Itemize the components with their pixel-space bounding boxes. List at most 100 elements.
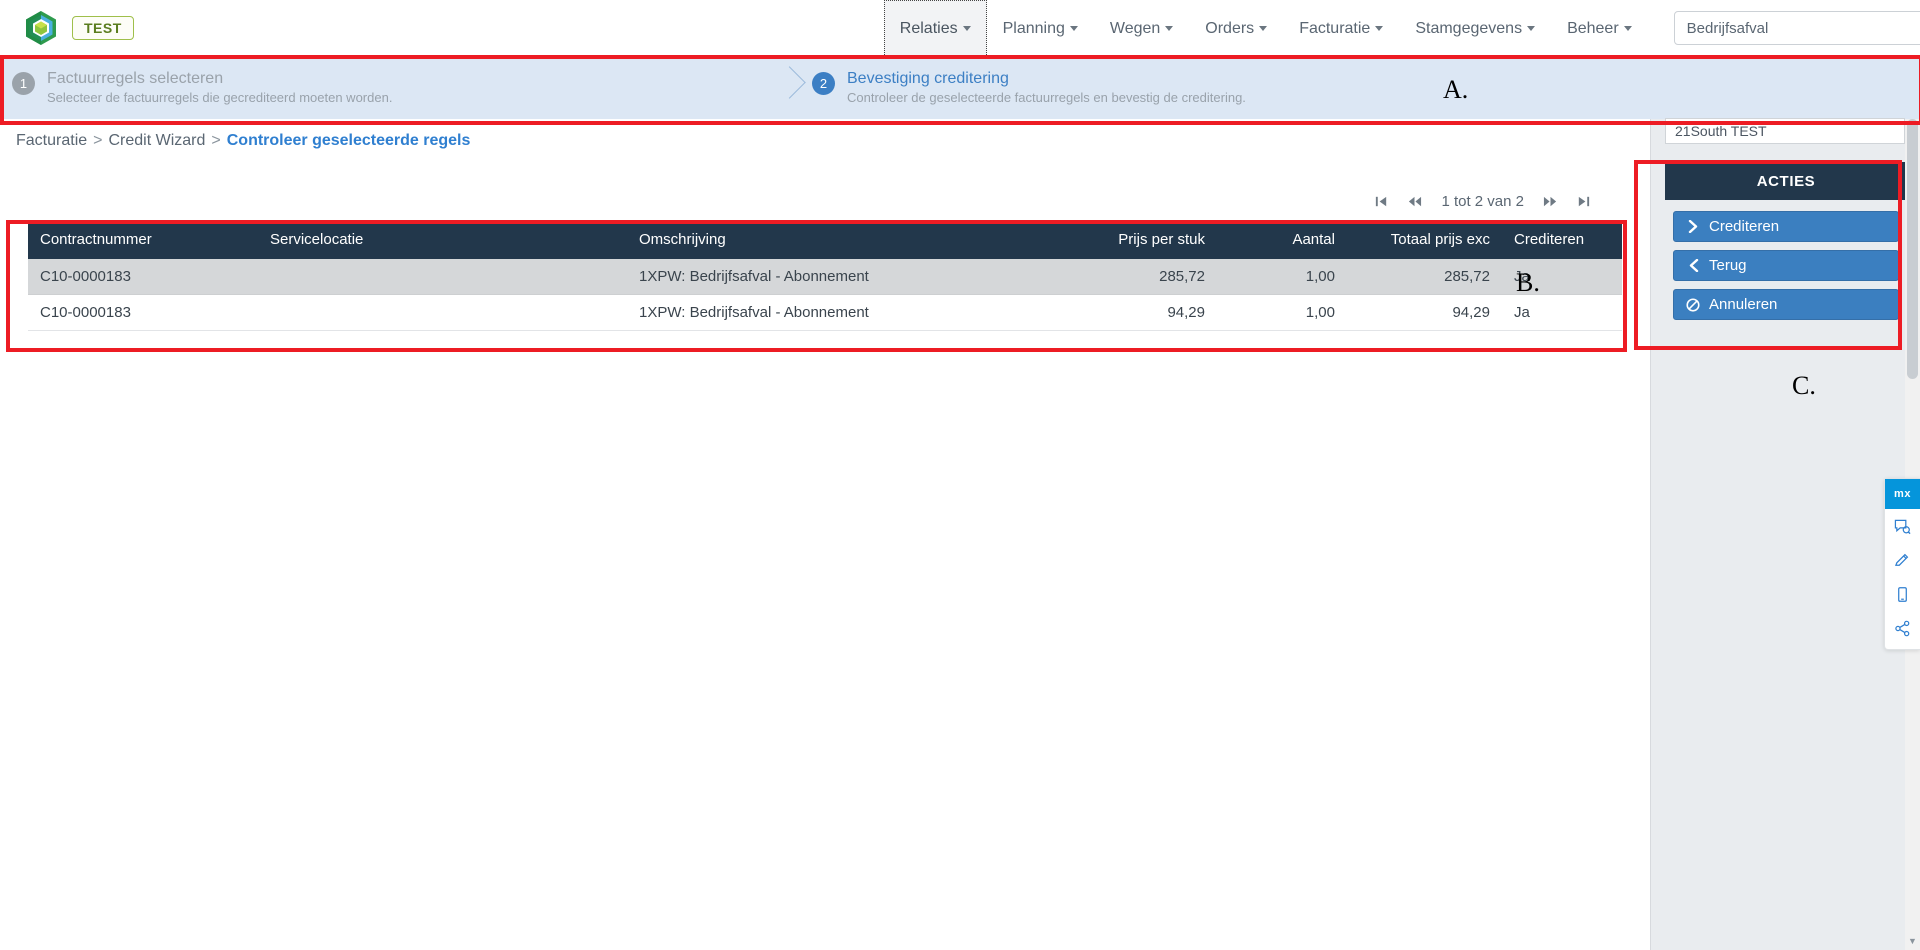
table-row[interactable]: C10-0000183 1XPW: Bedrijfsafval - Abonne… <box>28 259 1622 295</box>
cell-aantal: 1,00 <box>1217 259 1347 295</box>
terug-button[interactable]: Terug <box>1673 250 1899 281</box>
mendix-feedback-toolbar: mx <box>1884 478 1920 650</box>
actions-panel: ACTIES Crediteren Terug Annuleren <box>1665 162 1907 332</box>
share-nodes-icon[interactable] <box>1885 611 1920 645</box>
chevron-down-icon <box>1375 25 1384 31</box>
company-select-value: Bedrijfsafval <box>1686 19 1769 37</box>
chevron-right-icon <box>1686 220 1700 234</box>
cell-prijs-per-stuk: 285,72 <box>1057 259 1217 295</box>
crediteren-button[interactable]: Crediteren <box>1673 211 1899 242</box>
breadcrumb-current-page: Controleer geselecteerde regels <box>226 132 471 149</box>
cell-servicelocatie <box>258 259 627 295</box>
scrollbar-thumb[interactable] <box>1907 119 1918 379</box>
nav-item-relaties[interactable]: Relaties <box>883 0 987 57</box>
right-sidebar: 21South TEST ACTIES Crediteren Terug Ann… <box>1650 118 1920 950</box>
wizard-step-1[interactable]: 1 Factuurregels selecteren Selecteer de … <box>12 69 772 107</box>
cell-contractnummer: C10-0000183 <box>28 259 258 295</box>
breadcrumb-separator: > <box>211 132 221 149</box>
button-label: Terug <box>1709 257 1747 274</box>
step-separator-arrow-icon <box>772 57 812 119</box>
nav-label: Stamgegevens <box>1415 19 1523 37</box>
breadcrumb: Facturatie > Credit Wizard > Controleer … <box>0 124 1650 158</box>
cell-prijs-per-stuk: 94,29 <box>1057 294 1217 331</box>
annuleren-button[interactable]: Annuleren <box>1673 289 1899 320</box>
cell-omschrijving: 1XPW: Bedrijfsafval - Abonnement <box>627 294 1057 331</box>
nav-item-facturatie[interactable]: Facturatie <box>1283 0 1399 57</box>
step-number-badge: 1 <box>12 72 35 95</box>
scroll-down-arrow-icon[interactable]: ▼ <box>1908 936 1917 946</box>
cell-servicelocatie <box>258 294 627 331</box>
table-row[interactable]: C10-0000183 1XPW: Bedrijfsafval - Abonne… <box>28 294 1622 331</box>
page-last-button[interactable] <box>1567 186 1600 216</box>
breadcrumb-item-credit-wizard[interactable]: Credit Wizard <box>108 132 205 150</box>
nav-label: Orders <box>1205 19 1255 37</box>
nav-label: Wegen <box>1109 19 1161 37</box>
nav-item-orders[interactable]: Orders <box>1189 0 1283 57</box>
chevron-down-icon <box>962 25 971 31</box>
annotation-letter-a: A. <box>1443 75 1469 104</box>
brand-area: TEST <box>0 10 134 46</box>
application-root: TEST Relaties Planning Wegen Orders Fact… <box>0 0 1920 950</box>
column-header-servicelocatie[interactable]: Servicelocatie <box>258 220 627 259</box>
button-label: Annuleren <box>1709 296 1778 313</box>
column-header-prijs-per-stuk[interactable]: Prijs per stuk <box>1057 220 1217 259</box>
column-header-crediteren[interactable]: Crediteren <box>1502 220 1622 259</box>
main-content: 1 tot 2 van 2 Contractnummer Serviceloca… <box>0 158 1650 950</box>
company-select[interactable]: Bedrijfsafval <box>1673 11 1920 45</box>
nav-label: Beheer <box>1567 19 1619 37</box>
button-label: Crediteren <box>1709 218 1780 235</box>
cell-totaal-prijs-exc: 94,29 <box>1347 294 1502 331</box>
step-number-badge: 2 <box>812 72 835 95</box>
top-navigation-bar: TEST Relaties Planning Wegen Orders Fact… <box>0 0 1920 57</box>
chevron-down-icon <box>1527 25 1536 31</box>
table-header-row: Contractnummer Servicelocatie Omschrijvi… <box>28 220 1622 259</box>
nav-item-planning[interactable]: Planning <box>987 0 1094 57</box>
page-next-button[interactable] <box>1534 186 1567 216</box>
step-title: Bevestiging creditering <box>847 70 1009 87</box>
nav-label: Relaties <box>899 19 958 37</box>
chevron-left-icon <box>1686 259 1700 273</box>
wizard-step-2[interactable]: 2 Bevestiging creditering Controleer de … <box>812 69 1246 107</box>
wizard-steps: 1 Factuurregels selecteren Selecteer de … <box>0 57 1920 119</box>
chevron-down-icon <box>1259 25 1268 31</box>
chevron-down-icon <box>1623 25 1632 31</box>
cell-omschrijving: 1XPW: Bedrijfsafval - Abonnement <box>627 259 1057 295</box>
nav-item-wegen[interactable]: Wegen <box>1094 0 1189 57</box>
cell-aantal: 1,00 <box>1217 294 1347 331</box>
pagination-label: 1 tot 2 van 2 <box>1441 192 1524 210</box>
page-last-icon <box>1578 196 1590 206</box>
actions-panel-title: ACTIES <box>1665 162 1907 200</box>
annotation-letter-b: B. <box>1516 268 1540 297</box>
cell-crediteren: Ja <box>1502 294 1622 331</box>
page-prev-button[interactable] <box>1398 186 1431 216</box>
mendix-logo-icon[interactable]: mx <box>1885 479 1920 509</box>
actions-panel-body: Crediteren Terug Annuleren <box>1665 200 1907 332</box>
column-header-contractnummer[interactable]: Contractnummer <box>28 220 258 259</box>
feedback-comment-icon[interactable] <box>1885 509 1920 543</box>
cube-hexagon-logo-icon[interactable] <box>24 10 58 46</box>
column-header-totaal-prijs-exc[interactable]: Totaal prijs exc <box>1347 220 1502 259</box>
column-header-aantal[interactable]: Aantal <box>1217 220 1347 259</box>
grid-pagination: 1 tot 2 van 2 <box>28 182 1622 220</box>
nav-label: Planning <box>1002 19 1065 37</box>
step-subtitle: Controleer de geselecteerde factuurregel… <box>847 90 1246 105</box>
context-label: 21South TEST <box>1665 118 1905 144</box>
cell-totaal-prijs-exc: 285,72 <box>1347 259 1502 295</box>
page-prev-icon <box>1409 196 1422 206</box>
page-first-icon <box>1376 196 1387 206</box>
nav-item-beheer[interactable]: Beheer <box>1551 0 1648 57</box>
mobile-preview-icon[interactable] <box>1885 577 1920 611</box>
cell-contractnummer: C10-0000183 <box>28 294 258 331</box>
column-header-omschrijving[interactable]: Omschrijving <box>627 220 1057 259</box>
nav-item-stamgegevens[interactable]: Stamgegevens <box>1399 0 1551 57</box>
invoice-lines-table: Contractnummer Servicelocatie Omschrijvi… <box>28 220 1622 331</box>
chevron-down-icon <box>1165 25 1174 31</box>
edit-pencil-icon[interactable] <box>1885 543 1920 577</box>
ban-icon <box>1686 297 1700 312</box>
annotation-letter-c: C. <box>1792 371 1816 400</box>
breadcrumb-item-facturatie[interactable]: Facturatie <box>16 132 87 150</box>
page-next-icon <box>1543 196 1557 206</box>
chevron-down-icon <box>1069 25 1078 31</box>
environment-badge: TEST <box>72 16 134 40</box>
page-first-button[interactable] <box>1365 186 1398 216</box>
